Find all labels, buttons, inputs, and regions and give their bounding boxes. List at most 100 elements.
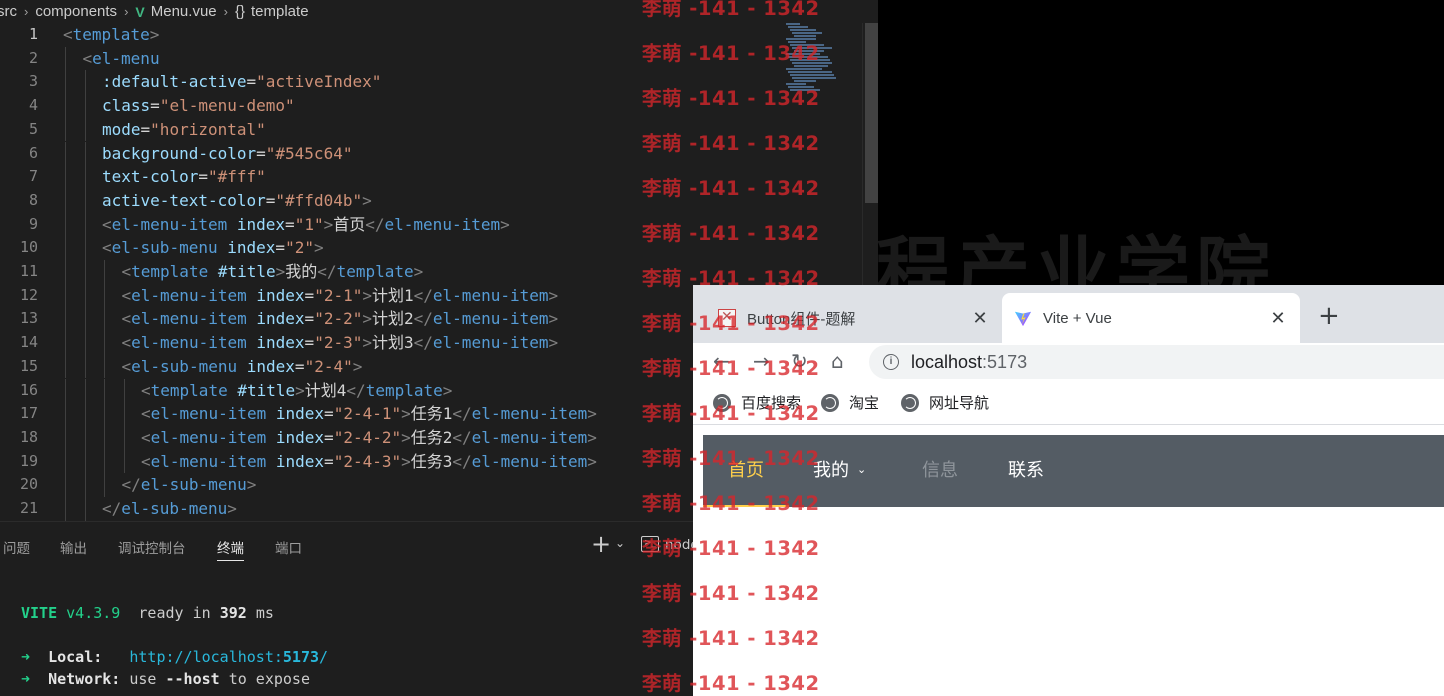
indent-guide [104, 283, 105, 308]
forward-icon[interactable]: → [753, 349, 770, 373]
tab-debug-console[interactable]: 调试控制台 [118, 537, 186, 557]
minimap-line [792, 47, 832, 49]
line-code: <template #title>我的</template> [121, 262, 424, 281]
code-line[interactable]: 10 <el-sub-menu index="2"> [0, 236, 862, 260]
indent-guide [84, 94, 86, 118]
code-line[interactable]: 9 <el-menu-item index="1">首页</el-menu-ite… [0, 212, 862, 237]
bookmark-taobao[interactable]: 淘宝 [821, 392, 879, 413]
minimap-line [786, 68, 822, 70]
bookmark-hao123[interactable]: 网址导航 [901, 392, 989, 413]
back-icon[interactable]: ← [713, 349, 730, 373]
indent-guide [104, 449, 105, 474]
indent-guide [84, 331, 86, 355]
chevron-right-icon: › [24, 4, 29, 19]
indent-guide [65, 354, 66, 379]
indent-guide [123, 449, 125, 474]
code-line[interactable]: 4 class="el-menu-demo" [0, 94, 862, 118]
code-line[interactable]: 1 <template> [0, 23, 862, 47]
bookmark-baidu[interactable]: 百度搜索 [713, 392, 801, 413]
tab-ports[interactable]: 端口 [275, 537, 302, 557]
local-url-link[interactable]: http://localhost:5173/ [129, 648, 328, 666]
indent-guide [84, 473, 86, 497]
indent-guide [65, 283, 66, 308]
indent-guide [65, 331, 66, 355]
line-number: 15 [19, 356, 38, 375]
terminal-ready-line: VITE v4.3.9 ready in 392 ms [21, 604, 274, 622]
minimap-line [792, 62, 832, 64]
breadcrumb-components[interactable]: components [33, 3, 119, 20]
line-number: 12 [19, 285, 38, 304]
address-bar[interactable]: i localhost:5173 [869, 345, 1444, 379]
minimap-line [794, 50, 824, 52]
code-line[interactable]: 3:default-active="activeIndex" [0, 70, 862, 95]
terminal-icon[interactable]: >_ [641, 536, 659, 552]
vite-icon [1014, 311, 1032, 327]
line-number: 13 [19, 309, 38, 328]
line-number: 9 [28, 214, 38, 233]
indent-guide [104, 378, 105, 403]
tab-output[interactable]: 输出 [60, 537, 87, 557]
code-line[interactable]: 6 background-color="#545c64" [0, 141, 862, 166]
browser-window: Button组件-题解 ✕ Vite + Vue ✕ + ← → ↻ ⌂ i l [693, 285, 1444, 696]
menu-item-mine[interactable]: 我的 ⌄ [788, 435, 891, 507]
code-line[interactable]: 11 <template #title>我的</template> [0, 260, 862, 284]
terminal-local-line: ➜ Local: http://localhost:5173/ [21, 648, 329, 666]
line-code: <el-menu-item index="2-2">计划2</el-menu-i… [121, 309, 559, 329]
add-terminal-icon[interactable]: + [591, 532, 611, 556]
page-content: 首页 我的 ⌄ 信息 联系 [693, 426, 1444, 696]
indent-guide [84, 307, 86, 332]
indent-guide [65, 165, 66, 189]
indent-guide [104, 331, 105, 355]
line-code: <el-sub-menu index="2-4"> [121, 356, 363, 376]
indent-guide [84, 354, 86, 379]
breadcrumb-src[interactable]: src [0, 3, 19, 20]
template-braces-icon: {} [234, 3, 245, 20]
minimap-line [790, 44, 824, 46]
globe-icon [821, 393, 839, 412]
csdn-icon [718, 308, 736, 327]
line-number: 8 [28, 190, 38, 209]
indent-guide [104, 473, 105, 497]
new-tab-button[interactable]: + [1318, 303, 1340, 329]
chevron-down-icon[interactable]: ⌄ [615, 536, 625, 550]
indent-guide [84, 260, 86, 284]
indent-guide [84, 497, 86, 521]
code-line[interactable]: 7 text-color="#fff" [0, 165, 862, 189]
info-icon[interactable]: i [883, 354, 899, 370]
menu-item-home[interactable]: 首页 [703, 435, 789, 507]
indent-guide [65, 117, 66, 142]
breadcrumb-template[interactable]: template [249, 3, 311, 20]
indent-guide [65, 188, 66, 213]
url-port: :5173 [982, 351, 1028, 372]
browser-toolbar: ← → ↻ ⌂ i localhost:5173 [693, 343, 1444, 381]
breadcrumb-file[interactable]: Menu.vue [149, 3, 219, 20]
chevron-down-icon: ⌄ [857, 464, 867, 476]
line-number: 19 [19, 451, 38, 470]
browser-tab-button-solution[interactable]: Button组件-题解 ✕ [706, 293, 1002, 343]
indent-guide [84, 449, 86, 474]
chevron-right-icon: › [223, 4, 228, 19]
code-line[interactable]: 5 mode="horizontal" [0, 117, 862, 142]
indent-guide [65, 425, 66, 450]
indent-guide [104, 354, 105, 379]
indent-guide [84, 425, 86, 450]
menu-item-contact[interactable]: 联系 [983, 435, 1069, 507]
code-line[interactable]: 8 active-text-color="#ffd04b"> [0, 188, 862, 213]
browser-tab-vite-vue[interactable]: Vite + Vue ✕ [1002, 293, 1300, 343]
line-code: <el-menu [82, 48, 160, 68]
line-code: </el-sub-menu> [102, 499, 237, 518]
code-line[interactable]: 2 <el-menu [0, 46, 862, 71]
home-icon[interactable]: ⌂ [831, 349, 844, 373]
close-icon[interactable]: ✕ [968, 308, 992, 329]
close-icon[interactable]: ✕ [1266, 308, 1290, 329]
line-code: <el-menu-item index="2-4-3">任务3</el-menu… [141, 451, 597, 471]
indent-guide [65, 141, 66, 166]
line-number: 7 [28, 167, 38, 186]
minimap-line [786, 23, 800, 25]
reload-icon[interactable]: ↻ [791, 349, 808, 373]
tab-terminal[interactable]: 终端 [217, 537, 244, 561]
tab-problems[interactable]: 问题 [3, 537, 30, 557]
minimap[interactable] [782, 23, 862, 93]
line-code: active-text-color="#ffd04b"> [102, 190, 372, 210]
scrollbar-thumb[interactable] [865, 23, 878, 203]
